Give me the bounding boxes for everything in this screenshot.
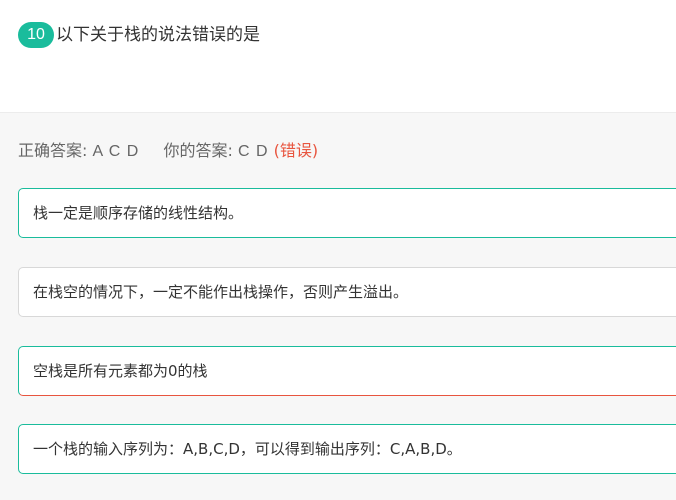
option-a-text: 栈一定是顺序存储的线性结构。 xyxy=(33,204,244,222)
option-c[interactable]: 空栈是所有元素都为0的栈 xyxy=(18,346,676,396)
option-d-text: 一个栈的输入序列为：A,B,C,D，可以得到输出序列：C,A,B,D。 xyxy=(33,440,462,458)
option-b-text: 在栈空的情况下，一定不能作出栈操作，否则产生溢出。 xyxy=(33,283,409,301)
answer-area: 正确答案: A C D 你的答案: C D (错误) 栈一定是顺序存储的线性结构… xyxy=(0,113,676,500)
answer-status: (错误) xyxy=(273,141,319,160)
question-number-badge: 10 xyxy=(18,22,54,48)
answer-summary: 正确答案: A C D 你的答案: C D (错误) xyxy=(18,140,318,163)
option-b[interactable]: 在栈空的情况下，一定不能作出栈操作，否则产生溢出。 xyxy=(18,267,676,317)
option-c-text: 空栈是所有元素都为0的栈 xyxy=(33,362,208,380)
question-header: 10 以下关于栈的说法错误的是 xyxy=(0,0,676,113)
your-answer-value: C D xyxy=(237,143,269,160)
correct-answer-label: 正确答案: xyxy=(18,141,88,160)
option-a[interactable]: 栈一定是顺序存储的线性结构。 xyxy=(18,188,676,238)
your-answer-label: 你的答案: xyxy=(163,141,233,160)
option-d[interactable]: 一个栈的输入序列为：A,B,C,D，可以得到输出序列：C,A,B,D。 xyxy=(18,424,676,474)
question-title: 以下关于栈的说法错误的是 xyxy=(56,25,260,45)
correct-answer-value: A C D xyxy=(92,143,140,160)
